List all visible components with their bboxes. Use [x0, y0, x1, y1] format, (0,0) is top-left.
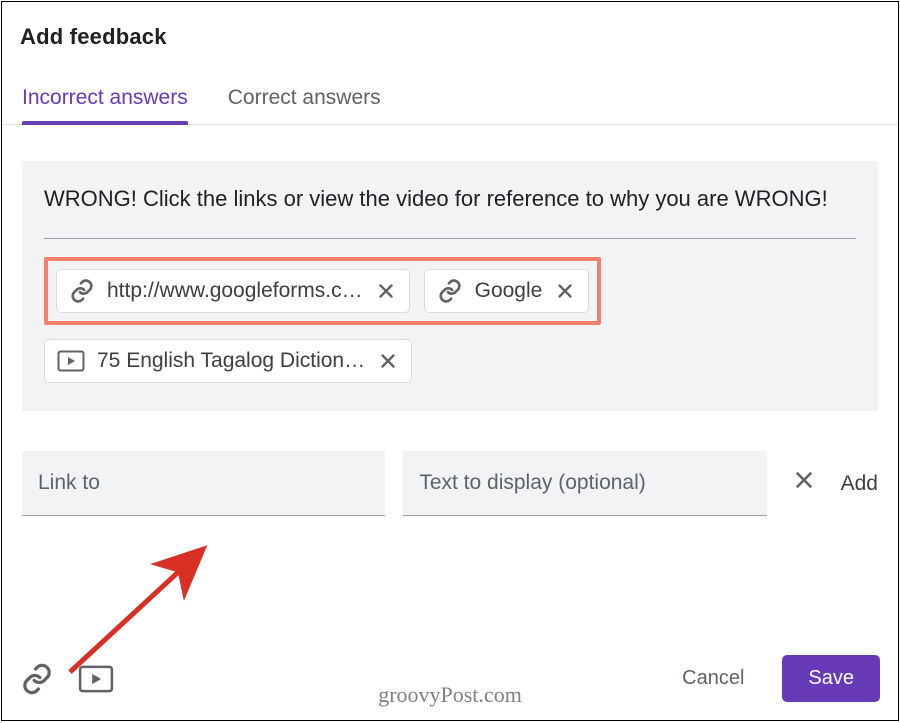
text-to-display-input[interactable]: Text to display (optional) [403, 451, 766, 516]
feedback-panel: WRONG! Click the links or view the video… [22, 161, 878, 411]
chip-label: http://www.googleforms.c… [107, 279, 363, 303]
link-chip[interactable]: http://www.googleforms.c… [56, 269, 410, 313]
video-icon [57, 350, 85, 372]
chip-remove-button[interactable] [373, 278, 399, 304]
add-link-row: Link to Text to display (optional) Add [22, 451, 878, 516]
chip-remove-button[interactable] [375, 348, 401, 374]
video-chips-row: 75 English Tagalog Diction… [44, 339, 856, 383]
footer-tools [20, 662, 114, 696]
insert-link-button[interactable] [20, 662, 54, 696]
feedback-text-input[interactable]: WRONG! Click the links or view the video… [44, 181, 856, 239]
close-icon[interactable] [785, 461, 823, 506]
feedback-box: WRONG! Click the links or view the video… [22, 161, 878, 411]
link-icon [69, 278, 95, 304]
link-chip[interactable]: Google [424, 269, 590, 313]
chip-label: 75 English Tagalog Diction… [97, 349, 365, 373]
link-chips-row: http://www.googleforms.c… [44, 257, 856, 325]
insert-video-button[interactable] [78, 665, 114, 693]
tabs: Incorrect answers Correct answers [2, 86, 898, 125]
footer-actions: Cancel Save [668, 655, 880, 702]
tab-incorrect-answers[interactable]: Incorrect answers [22, 86, 188, 124]
link-to-input[interactable]: Link to [22, 451, 385, 516]
save-button[interactable]: Save [782, 655, 880, 702]
dialog-footer: Cancel Save [2, 633, 898, 720]
video-chip[interactable]: 75 English Tagalog Diction… [44, 339, 412, 383]
chip-remove-button[interactable] [552, 278, 578, 304]
dialog-title: Add feedback [2, 2, 898, 50]
chip-label: Google [475, 279, 543, 303]
annotation-highlight-box: http://www.googleforms.c… [44, 257, 601, 325]
cancel-button[interactable]: Cancel [668, 657, 758, 700]
link-icon [437, 278, 463, 304]
add-button[interactable]: Add [841, 472, 878, 496]
tab-correct-answers[interactable]: Correct answers [228, 86, 381, 124]
add-feedback-dialog: Add feedback Incorrect answers Correct a… [1, 1, 899, 721]
